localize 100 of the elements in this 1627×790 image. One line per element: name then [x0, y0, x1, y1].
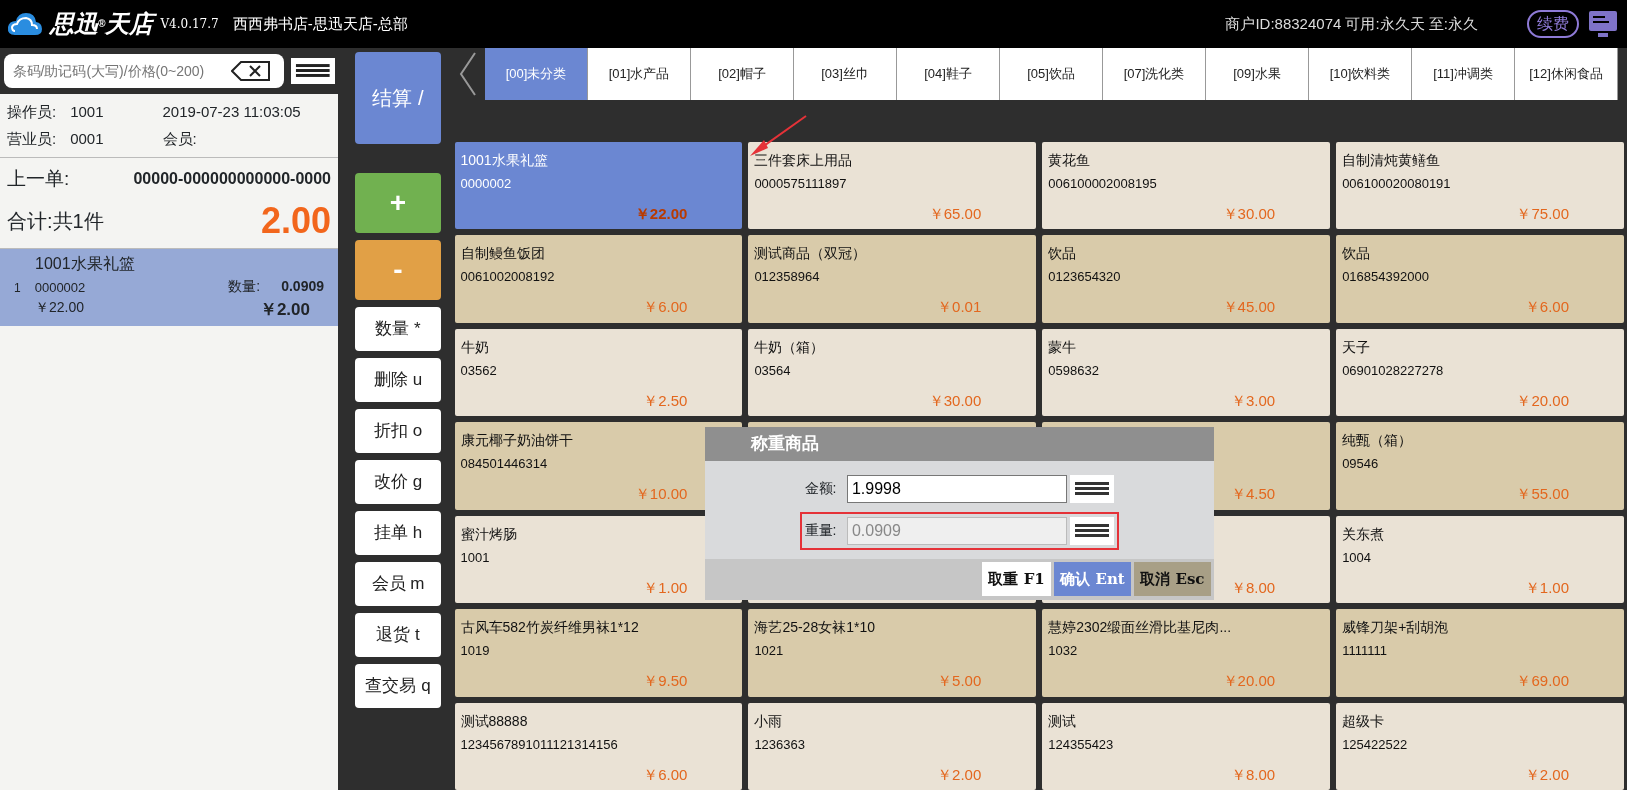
product-name: 天子	[1342, 337, 1371, 357]
product-price: ￥65.00	[928, 203, 982, 224]
product-name: 测试88888	[460, 711, 528, 731]
action-button[interactable]: 查交易 q	[355, 663, 441, 708]
product-name: 威锋刀架+刮胡泡	[1342, 618, 1449, 638]
product-code: 012358964	[754, 270, 820, 285]
product-tile[interactable]: 三件套床上用品 0000575111897 ￥65.00	[748, 142, 1037, 230]
action-button[interactable]: 会员 m	[355, 561, 441, 606]
product-tile[interactable]: 饮品 016854392000 ￥6.00	[1336, 235, 1624, 323]
product-name: 海艺25-28女袜1*10	[754, 618, 875, 638]
category-tab[interactable]: [05]饮品	[1000, 48, 1103, 100]
product-tile[interactable]: 黄花鱼 006100002008195 ￥30.00	[1042, 142, 1331, 230]
product-tile[interactable]: 自制清炖黄鳝鱼 006100020080191 ￥75.00	[1336, 142, 1624, 230]
product-price: ￥20.00	[1222, 671, 1276, 692]
product-tile[interactable]: 测试88888 1234567891011121314156 ￥6.00	[454, 702, 743, 790]
product-code: 1234567891011121314156	[460, 737, 618, 752]
category-tab[interactable]: [09]水果	[1206, 48, 1309, 100]
product-price: ￥22.00	[634, 203, 688, 224]
product-name: 蒙牛	[1048, 337, 1077, 357]
category-tab[interactable]: [10]饮料类	[1309, 48, 1412, 100]
product-price: ￥8.00	[1230, 764, 1276, 785]
keyboard-icon[interactable]	[290, 58, 335, 84]
category-tab[interactable]: [11]冲调类	[1412, 48, 1515, 100]
action-button[interactable]: 折扣 o	[355, 408, 441, 453]
backspace-icon[interactable]	[230, 60, 271, 82]
product-price: ￥4.50	[1230, 484, 1276, 505]
category-tab[interactable]: [07]洗化类	[1103, 48, 1206, 100]
product-tile[interactable]: 牛奶 03562 ￥2.50	[454, 328, 743, 417]
cart-item[interactable]: 1001水果礼篮 1 0000002 数量: 0.0909 ￥22.00 ￥2.00	[0, 248, 338, 326]
item-code: 0000002	[34, 278, 86, 297]
product-code: 006100002008195	[1048, 177, 1157, 192]
product-price: ￥5.00	[937, 671, 982, 692]
product-code: 1004	[1342, 550, 1372, 565]
product-tile[interactable]: 测试商品（双冠） 012358964 ￥0.01	[748, 235, 1037, 323]
product-tile[interactable]: 慧婷2302缎面丝滑比基尼肉... 1032 ￥20.00	[1042, 609, 1331, 697]
renew-button[interactable]: 续费	[1527, 10, 1579, 38]
product-code: 0000575111897	[754, 177, 847, 192]
search-box[interactable]: 条码/助记码(大写)/价格(0~200)	[3, 54, 284, 88]
qty-value: 0.0909	[281, 277, 324, 296]
action-button[interactable]: 退货 t	[355, 612, 441, 657]
product-tile[interactable]: 海艺25-28女袜1*10 1021 ￥5.00	[748, 609, 1037, 697]
product-price: ￥8.00	[1230, 577, 1276, 598]
product-code: 03564	[754, 363, 791, 379]
category-tab[interactable]: [04]鞋子	[897, 48, 1000, 100]
action-button[interactable]: 数量 *	[355, 306, 441, 351]
category-tab[interactable]: [02]帽子	[691, 48, 794, 100]
field-label: 重量:	[804, 521, 837, 540]
product-name: 测试商品（双冠）	[754, 244, 867, 264]
total-label: 合计:共1件	[7, 208, 104, 234]
product-price: ￥10.00	[634, 484, 688, 505]
version-text: V4.0.17.7	[160, 16, 219, 33]
dialog-button[interactable]: 取消 Esc	[1134, 562, 1211, 596]
category-tab[interactable]: [01]水产品	[588, 48, 691, 100]
product-tile[interactable]: 牛奶（箱） 03564 ￥30.00	[748, 328, 1037, 417]
product-code: 1236363	[754, 737, 805, 752]
product-tile[interactable]: 天子 06901028227278 ￥20.00	[1336, 328, 1624, 417]
category-tab[interactable]: [03]丝巾	[794, 48, 897, 100]
product-name: 古风车582竹炭纤维男袜1*12	[460, 618, 639, 638]
info-value: 1001	[70, 102, 104, 122]
product-code: 125422522	[1342, 737, 1408, 752]
product-code: 1032	[1048, 644, 1078, 659]
product-name: 纯甄（箱）	[1342, 431, 1413, 451]
product-name: 牛奶（箱）	[754, 337, 825, 357]
item-index: 1	[14, 280, 21, 297]
product-name: 小雨	[754, 711, 783, 731]
input-field[interactable]: 1.9998	[846, 474, 1067, 503]
product-code: 1001	[460, 550, 490, 565]
product-code: 0000002	[460, 177, 512, 192]
qty-label: 数量:	[228, 277, 261, 296]
product-tile[interactable]: 古风车582竹炭纤维男袜1*12 1019 ￥9.50	[454, 609, 743, 697]
product-price: ￥0.01	[937, 297, 982, 318]
merchant-info: 商户ID:88324074 可用:永久天 至:永久	[1225, 13, 1478, 34]
product-tile[interactable]: 测试 124355423 ￥8.00	[1042, 702, 1331, 790]
product-code: 016854392000	[1342, 270, 1429, 285]
product-tile[interactable]: 纯甄（箱） 09546 ￥55.00	[1336, 422, 1624, 510]
dialog-button[interactable]: 取重 F1	[982, 562, 1051, 596]
product-price: ￥6.00	[643, 764, 688, 785]
product-name: 慧婷2302缎面丝滑比基尼肉...	[1048, 618, 1232, 638]
item-subtotal: ￥2.00	[259, 299, 310, 321]
total-amount: 2.00	[260, 198, 331, 243]
product-price: ￥20.00	[1516, 390, 1569, 411]
action-button[interactable]: 删除 u	[355, 357, 441, 402]
product-tile[interactable]: 威锋刀架+刮胡泡 1111111 ￥69.00	[1336, 609, 1624, 697]
product-tile[interactable]: 蒙牛 0598632 ￥3.00	[1042, 328, 1331, 417]
member-label: 会员:	[162, 128, 197, 149]
category-tab[interactable]: [12]休闲食品	[1515, 48, 1618, 100]
product-tile[interactable]: 自制鳗鱼饭团 0061002008192 ￥6.00	[454, 235, 743, 323]
keyboard-icon[interactable]	[1070, 474, 1115, 503]
action-button[interactable]: 改价 g	[355, 459, 441, 504]
product-tile[interactable]: 小雨 1236363 ￥2.00	[748, 702, 1037, 790]
field-label: 金额:	[804, 479, 837, 498]
product-tile[interactable]: 饮品 0123654320 ￥45.00	[1042, 235, 1331, 323]
info-value: 0001	[70, 128, 104, 149]
product-price: ￥30.00	[1222, 203, 1276, 224]
product-tile[interactable]: 关东煮 1004 ￥1.00	[1336, 515, 1624, 604]
last-order-number: 00000-000000000000-0000	[133, 169, 331, 190]
product-tile[interactable]: 超级卡 125422522 ￥2.00	[1336, 702, 1624, 790]
product-name: 饮品	[1342, 244, 1371, 264]
action-button[interactable]: 挂单 h	[355, 510, 441, 555]
product-code: 0598632	[1048, 363, 1099, 379]
